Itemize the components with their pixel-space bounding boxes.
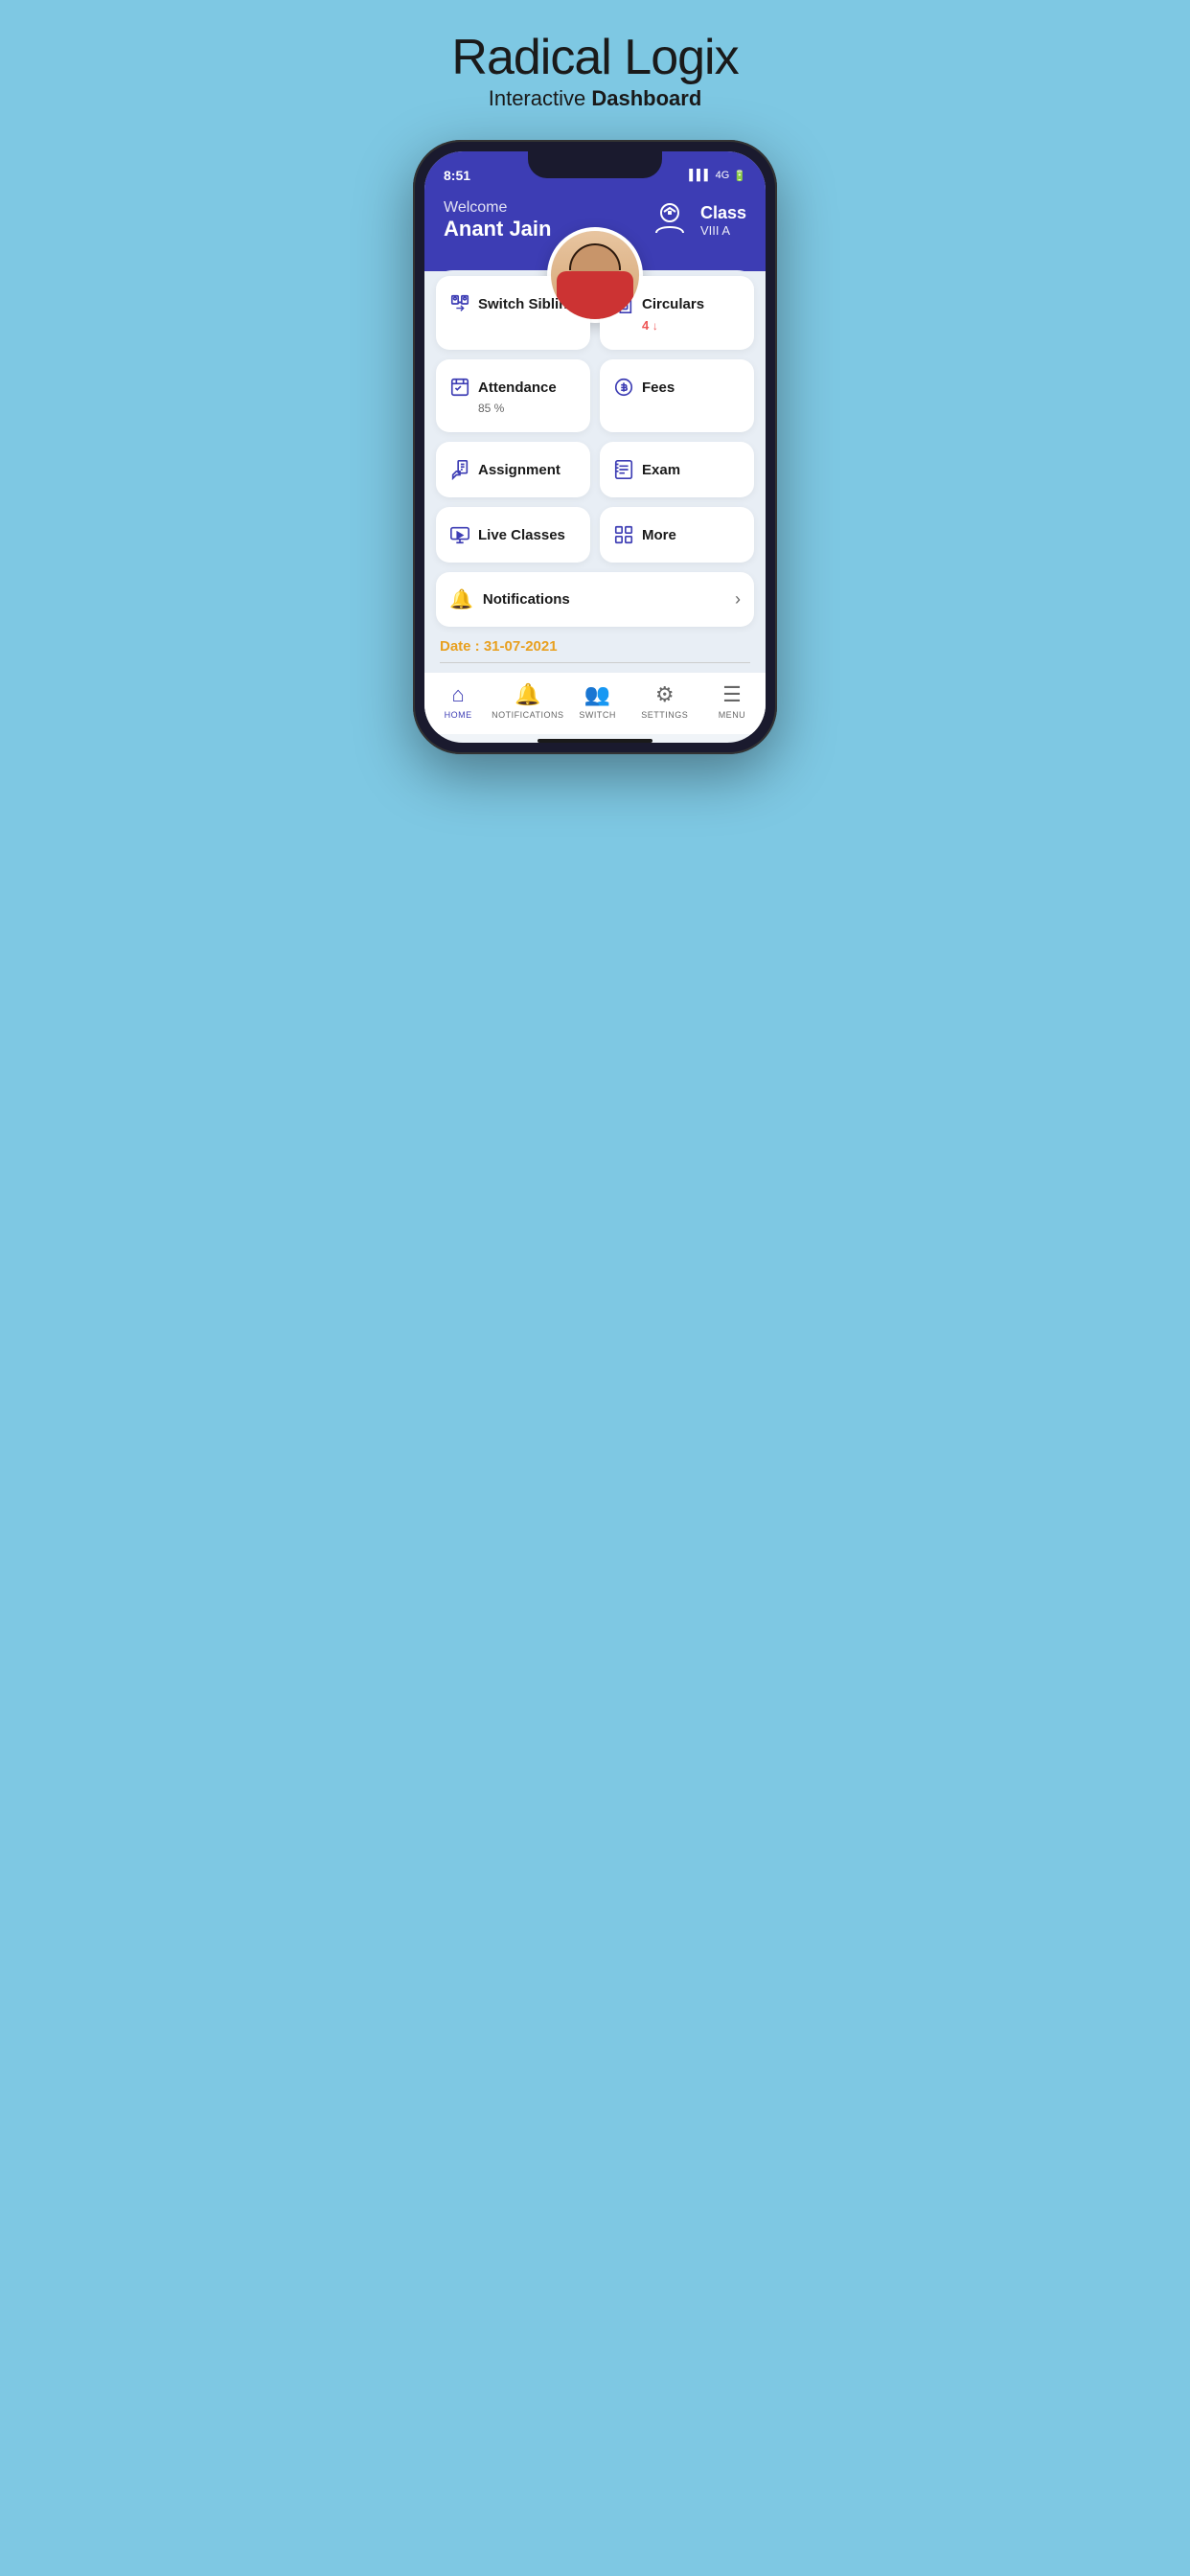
signal-icon: ▌▌▌ [689,170,711,181]
settings-nav-icon: ⚙ [655,682,675,707]
nav-item-settings[interactable]: ⚙ SETTINGS [631,682,698,720]
date-text: Date : 31-07-2021 [440,638,750,655]
grid-item-fees[interactable]: Fees [600,359,754,432]
nav-item-switch[interactable]: 👥 SWITCH [564,682,631,720]
welcome-text: Welcome [444,199,551,217]
fees-label: Fees [642,380,675,396]
main-content: Switch Sibling Circulars 4 ↓ [424,271,766,673]
user-name: Anant Jain [444,217,551,242]
page-subtitle: Interactive Dashboard [451,86,738,111]
page-title: Radical Logix [451,29,738,86]
welcome-section: Welcome Anant Jain [444,199,551,242]
avatar-wrapper [547,227,643,323]
notifications-arrow-icon: › [735,589,741,610]
grid-item-attendance[interactable]: Attendance 85 % [436,359,590,432]
home-nav-label: HOME [445,710,472,720]
home-indicator [538,739,652,743]
switch-sibling-icon [449,293,470,314]
notification-bell-icon: 🔔 [449,587,473,611]
assignment-icon [449,459,470,480]
status-time: 8:51 [444,168,470,183]
notifications-bar[interactable]: 🔔 Notifications › [436,572,754,627]
assignment-label: Assignment [478,462,561,478]
grid-item-exam[interactable]: Exam [600,442,754,497]
notifications-left: 🔔 Notifications [449,587,570,611]
phone-notch [528,151,662,178]
exam-icon [613,459,634,480]
grid-item-live-classes[interactable]: Live Classes [436,507,590,563]
attendance-value: 85 % [449,402,577,415]
bottom-nav: ⌂ HOME 🔔 NOTIFICATIONS 👥 SWITCH ⚙ SETTIN… [424,673,766,734]
notifications-nav-label: NOTIFICATIONS [492,710,563,720]
attendance-label: Attendance [478,380,557,396]
home-icon: ⌂ [451,682,464,707]
class-icon [649,199,691,242]
date-bar: Date : 31-07-2021 [436,627,754,673]
phone-frame: 8:51 ▌▌▌ 4G 🔋 Welcome Anant Jain [413,140,777,754]
settings-nav-label: SETTINGS [641,710,688,720]
class-info: Class VIII A [700,203,746,238]
fees-icon [613,377,634,398]
status-icons: ▌▌▌ 4G 🔋 [689,170,746,182]
circulars-label: Circulars [642,296,704,312]
class-section: Class VIII A [649,199,746,242]
nav-item-menu[interactable]: ☰ MENU [698,682,766,720]
circulars-count: 4 ↓ [613,318,741,333]
nav-item-notifications[interactable]: 🔔 NOTIFICATIONS [492,682,563,720]
grid-item-assignment[interactable]: Assignment [436,442,590,497]
class-value: VIII A [700,223,746,238]
class-label: Class [700,203,746,223]
avatar [547,227,643,323]
exam-label: Exam [642,462,680,478]
live-classes-label: Live Classes [478,527,565,543]
network-label: 4G [716,170,730,181]
page-header: Radical Logix Interactive Dashboard [451,29,738,111]
notifications-label: Notifications [483,591,570,608]
switch-nav-icon: 👥 [584,682,610,707]
attendance-icon [449,377,470,398]
menu-nav-icon: ☰ [722,682,742,707]
menu-nav-label: MENU [719,710,746,720]
grid-item-more[interactable]: More [600,507,754,563]
switch-nav-label: SWITCH [579,710,616,720]
more-label: More [642,527,676,543]
live-classes-icon [449,524,470,545]
battery-icon: 🔋 [733,170,746,182]
more-icon [613,524,634,545]
notifications-nav-icon: 🔔 [515,682,540,707]
phone-screen: 8:51 ▌▌▌ 4G 🔋 Welcome Anant Jain [424,151,766,743]
nav-item-home[interactable]: ⌂ HOME [424,682,492,720]
